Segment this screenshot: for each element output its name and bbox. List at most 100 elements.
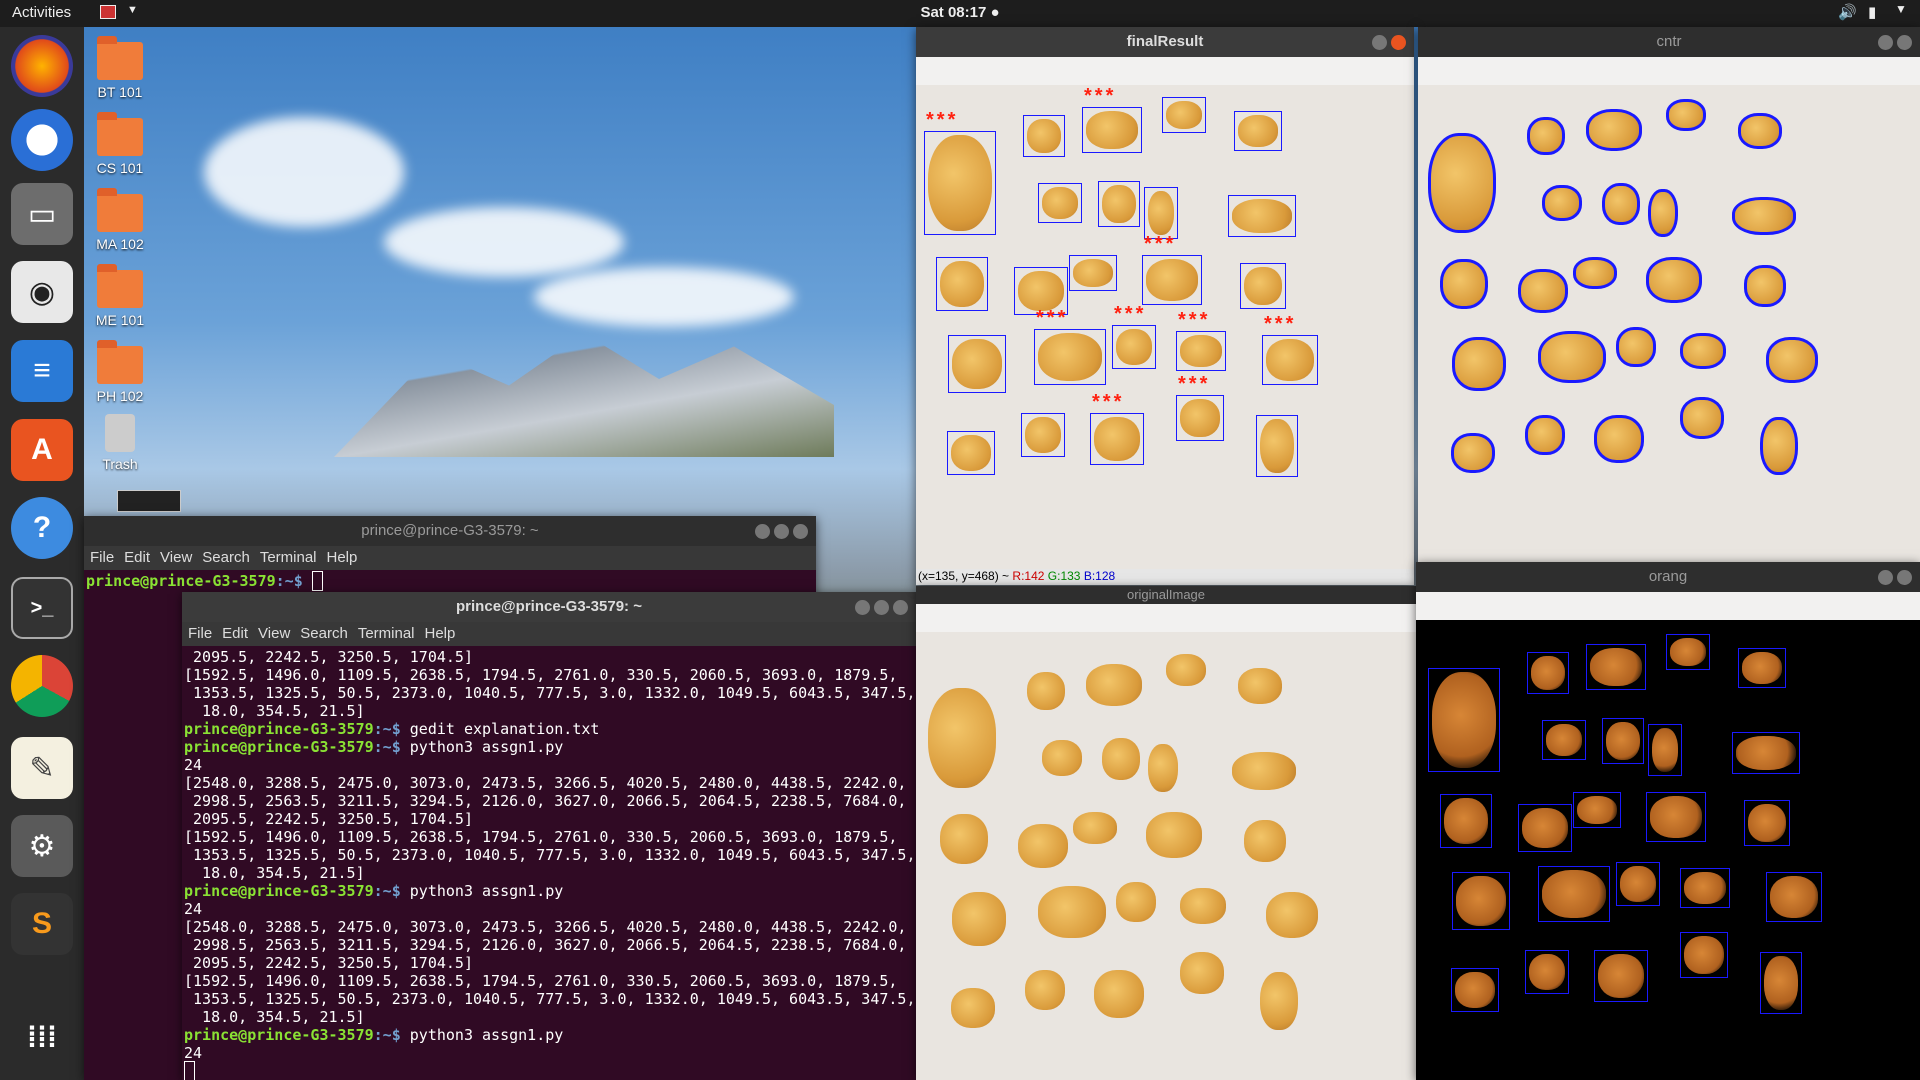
contour	[1451, 433, 1495, 473]
software-icon[interactable]: A	[11, 419, 73, 481]
minimize-button[interactable]	[855, 600, 870, 615]
chip	[1038, 886, 1106, 938]
window-finalresult[interactable]: finalResult *** *** *** *** *** *** *** *** *** …	[916, 27, 1414, 585]
volume-icon[interactable]: 🔊	[1838, 3, 1857, 21]
minimize-button[interactable]	[1878, 570, 1893, 585]
help-icon[interactable]: ?	[11, 497, 73, 559]
thunderbird-icon[interactable]	[11, 109, 73, 171]
bounding-box	[1240, 263, 1286, 309]
contour	[1602, 183, 1640, 225]
clock[interactable]: Sat 08:17 ●	[0, 4, 1920, 21]
bounding-box	[1090, 413, 1144, 465]
terminal-output-line: 18.0, 354.5, 21.5]	[184, 1008, 365, 1026]
maximize-button[interactable]	[774, 524, 789, 539]
cntr-image[interactable]	[1418, 85, 1920, 567]
orang-titlebar[interactable]: orang	[1416, 562, 1920, 592]
window-orang[interactable]: orang	[1416, 562, 1920, 1080]
desktop-thumbnail[interactable]	[117, 490, 181, 512]
terminal-icon[interactable]: >_	[11, 577, 73, 639]
cloud	[204, 117, 404, 227]
bounding-box	[1023, 115, 1065, 157]
close-button[interactable]	[793, 524, 808, 539]
battery-icon[interactable]: ▮	[1868, 3, 1876, 21]
close-button[interactable]	[1391, 35, 1406, 50]
menu-edit[interactable]: Edit	[222, 625, 248, 642]
minimize-button[interactable]	[755, 524, 770, 539]
minimize-button[interactable]	[1878, 35, 1893, 50]
chip	[1180, 888, 1226, 924]
menu-file[interactable]: File	[90, 549, 114, 566]
cntr-titlebar[interactable]: cntr	[1418, 27, 1920, 57]
bounding-box	[1586, 644, 1646, 690]
menu-file[interactable]: File	[188, 625, 212, 642]
contour	[1527, 117, 1565, 155]
terminal-titlebar[interactable]: prince@prince-G3-3579: ~	[182, 592, 916, 622]
terminal-menubar: File Edit View Search Terminal Help	[182, 622, 916, 646]
desktop-folder-me101[interactable]: ME 101	[85, 264, 155, 328]
chip	[1260, 972, 1298, 1030]
contour	[1538, 331, 1606, 383]
contour	[1518, 269, 1568, 313]
terminal-window-front[interactable]: prince@prince-G3-3579: ~ File Edit View Sea…	[182, 592, 916, 1080]
bounding-box	[1256, 415, 1298, 477]
sublime-icon[interactable]: S	[11, 893, 73, 955]
menu-terminal[interactable]: Terminal	[260, 549, 317, 566]
close-button[interactable]	[1897, 35, 1912, 50]
menu-search[interactable]: Search	[202, 549, 250, 566]
desktop-trash[interactable]: Trash	[85, 414, 155, 472]
menu-help[interactable]: Help	[327, 549, 358, 566]
menu-terminal[interactable]: Terminal	[358, 625, 415, 642]
contour	[1525, 415, 1565, 455]
flag-stars: ***	[1178, 309, 1211, 331]
menu-edit[interactable]: Edit	[124, 549, 150, 566]
bounding-box	[1573, 792, 1621, 828]
bounding-box	[1538, 866, 1610, 922]
close-button[interactable]	[893, 600, 908, 615]
firefox-icon[interactable]	[11, 35, 73, 97]
writer-icon[interactable]: ≡	[11, 340, 73, 402]
window-cntr[interactable]: cntr	[1418, 27, 1920, 567]
folder-icon	[97, 264, 143, 308]
menu-help[interactable]: Help	[425, 625, 456, 642]
chevron-down-icon[interactable]: ▼	[1895, 2, 1907, 16]
maximize-button[interactable]	[874, 600, 889, 615]
chip	[1086, 664, 1142, 706]
desktop-folder-bt101[interactable]: BT 101	[85, 36, 155, 100]
bounding-box	[1176, 395, 1224, 441]
menu-view[interactable]: View	[160, 549, 192, 566]
bounding-box	[1525, 950, 1569, 994]
toolbar	[1418, 57, 1920, 85]
window-originalimage[interactable]: originalImage	[916, 586, 1416, 1080]
bounding-box	[1021, 413, 1065, 457]
toolbar	[916, 604, 1416, 632]
menu-search[interactable]: Search	[300, 625, 348, 642]
gedit-icon[interactable]: ✎	[11, 737, 73, 799]
terminal-command-line: prince@prince-G3-3579:~$ gedit explanati…	[184, 720, 600, 738]
contour	[1428, 133, 1496, 233]
settings-icon[interactable]: ⚙	[11, 815, 73, 877]
minimize-button[interactable]	[1372, 35, 1387, 50]
desktop-folder-ma102[interactable]: MA 102	[85, 188, 155, 252]
folder-icon	[97, 340, 143, 384]
terminal-output-line: 2998.5, 2563.5, 3211.5, 3294.5, 2126.0, …	[184, 936, 907, 954]
rhythmbox-icon[interactable]: ◉	[11, 261, 73, 323]
chip	[1238, 668, 1282, 704]
terminal-output[interactable]: 2095.5, 2242.5, 3250.5, 1704.5] [1592.5, …	[182, 646, 916, 1080]
terminal-titlebar[interactable]: prince@prince-G3-3579: ~	[84, 516, 816, 546]
menu-view[interactable]: View	[258, 625, 290, 642]
contour	[1616, 327, 1656, 367]
desktop-folder-ph102[interactable]: PH 102	[85, 340, 155, 404]
original-image[interactable]	[916, 632, 1416, 1080]
terminal-output-line: 24	[184, 756, 203, 774]
chrome-icon[interactable]	[11, 655, 73, 717]
flag-stars: ***	[1084, 85, 1117, 107]
close-button[interactable]	[1897, 570, 1912, 585]
orang-image[interactable]	[1420, 620, 1920, 1080]
finalresult-titlebar[interactable]: finalResult	[916, 27, 1414, 57]
apps-grid-icon[interactable]: ⁞⁞⁞	[11, 1007, 73, 1069]
desktop-folder-cs101[interactable]: CS 101	[85, 112, 155, 176]
contour	[1440, 259, 1488, 309]
files-icon[interactable]: ▭	[11, 183, 73, 245]
originalimage-titlebar[interactable]: originalImage	[916, 586, 1416, 604]
finalresult-image[interactable]: *** *** *** *** *** *** *** *** ***	[916, 85, 1414, 569]
